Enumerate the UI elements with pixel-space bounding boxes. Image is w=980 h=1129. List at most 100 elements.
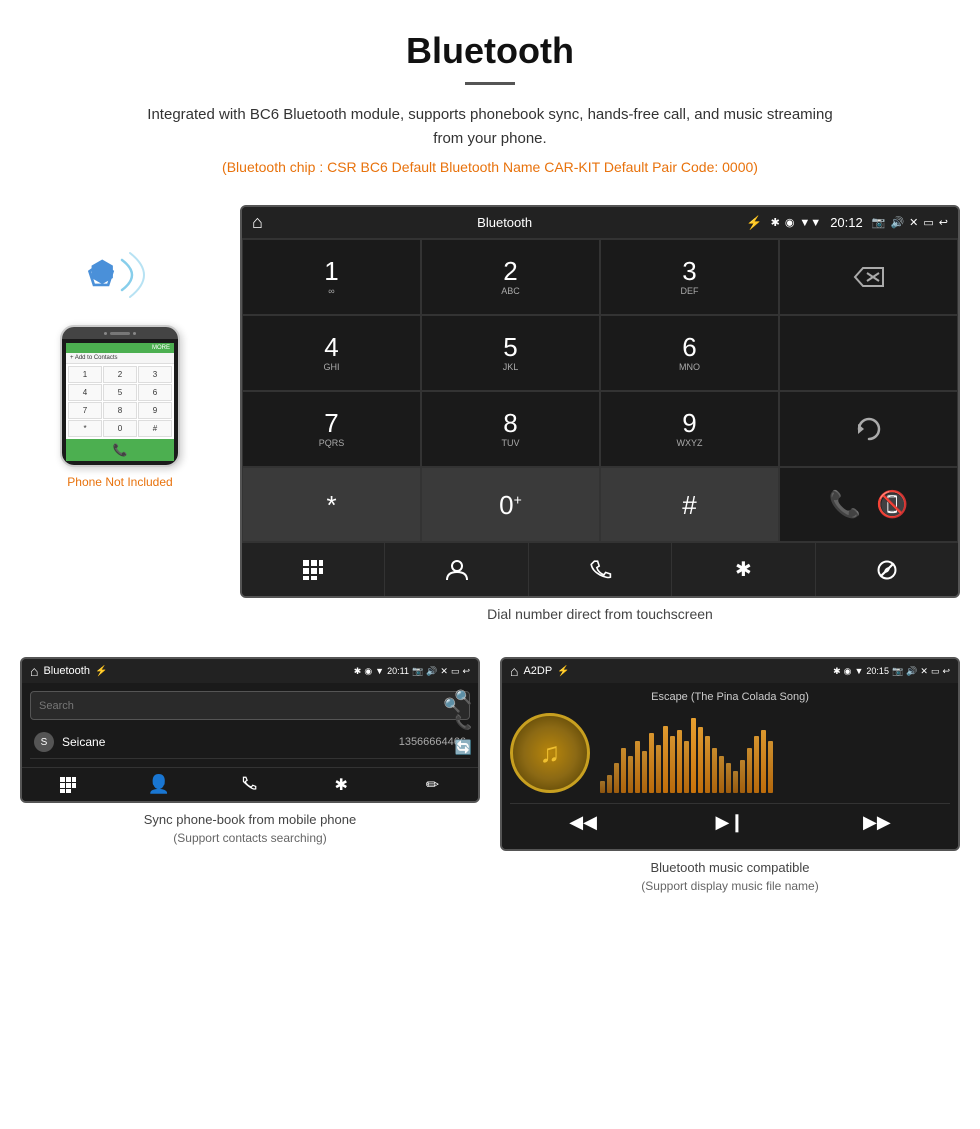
phone-dot-2 bbox=[133, 332, 136, 335]
phone-mockup: MORE + Add to Contacts 1 2 3 4 5 6 7 8 9… bbox=[60, 325, 180, 467]
album-art: ♫ bbox=[510, 713, 590, 793]
dial-key-0[interactable]: 0+ bbox=[421, 467, 600, 542]
music-artwork-area: ♫ bbox=[510, 713, 950, 793]
phonebook-body: Search 🔍 S Seicane 13566664466 🔍 📞 🔄 bbox=[22, 683, 478, 767]
music-caption-sub: (Support display music file name) bbox=[641, 879, 818, 893]
vis-bar bbox=[684, 741, 689, 794]
pb-x-icon[interactable]: ✕ bbox=[440, 666, 448, 677]
car-usb-icon: ⚡ bbox=[746, 215, 762, 231]
dial-key-1[interactable]: 1 ∞ bbox=[242, 239, 421, 315]
car-bluetooth-btn[interactable]: ✱ bbox=[672, 543, 815, 596]
vis-bar bbox=[635, 741, 640, 794]
pb-cam-icon[interactable]: 📷 bbox=[412, 666, 423, 677]
phonebook-status-bar: ⌂ Bluetooth ⚡ ✱ ◉ ▼ 20:11 📷 🔊 ✕ ▭ ↩ bbox=[22, 659, 478, 683]
search-bar[interactable]: Search 🔍 bbox=[30, 691, 470, 720]
music-time: 20:15 bbox=[866, 666, 889, 676]
pb-bt-btn[interactable]: ✱ bbox=[296, 774, 387, 795]
pb-win-icon[interactable]: ▭ bbox=[451, 666, 460, 677]
pb-vol-icon[interactable]: 🔊 bbox=[426, 666, 437, 677]
vis-bar bbox=[607, 775, 612, 793]
dial-key-6[interactable]: 6 MNO bbox=[600, 315, 779, 391]
music-back-icon[interactable]: ↩ bbox=[942, 666, 950, 677]
music-vol-icon[interactable]: 🔊 bbox=[906, 666, 917, 677]
close-icon[interactable]: ✕ bbox=[909, 216, 918, 229]
car-calls-btn[interactable] bbox=[529, 543, 672, 596]
play-pause-btn[interactable]: ▶❙ bbox=[716, 812, 745, 833]
contact-row-seicane[interactable]: S Seicane 13566664466 bbox=[30, 726, 470, 759]
phonebook-caption: Sync phone-book from mobile phone (Suppo… bbox=[144, 811, 356, 847]
music-bt-icon: ✱ bbox=[833, 666, 841, 677]
pb-phone-btn[interactable] bbox=[204, 774, 295, 795]
prev-btn[interactable]: ◀◀ bbox=[569, 812, 597, 833]
pb-back-icon[interactable]: ↩ bbox=[462, 666, 470, 677]
pb-call-icon[interactable]: 📞 bbox=[455, 714, 472, 731]
music-signal: ▼ bbox=[855, 666, 864, 676]
phone-key-2: 2 bbox=[103, 366, 137, 383]
dial-key-8[interactable]: 8 TUV bbox=[421, 391, 600, 467]
pb-grid-btn[interactable] bbox=[22, 774, 113, 795]
pb-usb-icon: ⚡ bbox=[95, 666, 107, 677]
car-link-btn[interactable] bbox=[816, 543, 958, 596]
music-x-icon[interactable]: ✕ bbox=[920, 666, 928, 677]
car-screen-section: ⌂ Bluetooth ⚡ ✱ ◉ ▼▼ 20:12 📷 🔊 ✕ ▭ ↩ bbox=[240, 205, 960, 637]
pb-title: Bluetooth bbox=[43, 665, 89, 677]
dial-caption: Dial number direct from touchscreen bbox=[240, 606, 960, 622]
car-screen: ⌂ Bluetooth ⚡ ✱ ◉ ▼▼ 20:12 📷 🔊 ✕ ▭ ↩ bbox=[240, 205, 960, 598]
car-contacts-btn[interactable] bbox=[385, 543, 528, 596]
call-accept-icon[interactable]: 📞 bbox=[829, 489, 861, 520]
pb-edit-btn[interactable]: ✏ bbox=[387, 774, 478, 795]
car-screen-title: Bluetooth bbox=[271, 215, 739, 230]
phone-not-included-label: Phone Not Included bbox=[67, 475, 172, 489]
music-cam-icon[interactable]: 📷 bbox=[892, 666, 903, 677]
phone-key-hash: # bbox=[138, 420, 172, 437]
phone-key-7: 7 bbox=[68, 402, 102, 419]
phone-action-bar: + Add to Contacts bbox=[66, 353, 174, 364]
dial-key-4[interactable]: 4 GHI bbox=[242, 315, 421, 391]
phone-icon bbox=[588, 558, 612, 582]
camera-icon[interactable]: 📷 bbox=[872, 216, 886, 229]
phone-key-3: 3 bbox=[138, 366, 172, 383]
dial-key-9[interactable]: 9 WXYZ bbox=[600, 391, 779, 467]
car-home-icon[interactable]: ⌂ bbox=[252, 212, 263, 233]
music-screen: ⌂ A2DP ⚡ ✱ ◉ ▼ 20:15 📷 🔊 ✕ ▭ ↩ Esca bbox=[500, 657, 960, 851]
dial-key-5[interactable]: 5 JKL bbox=[421, 315, 600, 391]
vis-bar bbox=[642, 751, 647, 793]
vis-bar bbox=[698, 727, 703, 793]
volume-icon[interactable]: 🔊 bbox=[890, 216, 904, 229]
pb-home-icon[interactable]: ⌂ bbox=[30, 663, 38, 679]
pb-refresh-icon[interactable]: 🔄 bbox=[455, 739, 472, 756]
phonebook-main: Search 🔍 S Seicane 13566664466 bbox=[22, 683, 478, 767]
pb-person-btn[interactable]: 👤 bbox=[113, 774, 204, 795]
vis-bar bbox=[747, 748, 752, 793]
dial-key-2[interactable]: 2 ABC bbox=[421, 239, 600, 315]
dial-key-hash[interactable]: # bbox=[600, 467, 779, 542]
dial-backspace-btn[interactable] bbox=[779, 239, 958, 315]
car-status-icons: ✱ ◉ ▼▼ 20:12 📷 🔊 ✕ ▭ ↩ bbox=[771, 215, 948, 230]
music-title-bar: A2DP bbox=[523, 665, 552, 677]
dial-refresh-btn[interactable] bbox=[779, 391, 958, 467]
bottom-screenshots: ⌂ Bluetooth ⚡ ✱ ◉ ▼ 20:11 📷 🔊 ✕ ▭ ↩ bbox=[0, 657, 980, 895]
music-status-icons: ✱ ◉ ▼ 20:15 📷 🔊 ✕ ▭ ↩ bbox=[833, 666, 950, 677]
vis-bar bbox=[705, 736, 710, 793]
music-song-title: Escape (The Pina Colada Song) bbox=[651, 691, 809, 703]
pb-search-icon[interactable]: 🔍 bbox=[455, 689, 472, 706]
window-icon[interactable]: ▭ bbox=[923, 216, 933, 229]
dial-key-star[interactable]: * bbox=[242, 467, 421, 542]
back-icon[interactable]: ↩ bbox=[939, 216, 948, 229]
dial-key-3[interactable]: 3 DEF bbox=[600, 239, 779, 315]
dial-key-7[interactable]: 7 PQRS bbox=[242, 391, 421, 467]
title-divider bbox=[465, 82, 515, 85]
call-end-icon[interactable]: 📵 bbox=[876, 489, 908, 520]
car-dialpad-btn[interactable] bbox=[242, 543, 385, 596]
car-action-bar: ✱ bbox=[242, 542, 958, 596]
pb-grid-icon bbox=[59, 776, 77, 794]
music-usb-icon: ⚡ bbox=[557, 666, 569, 677]
vis-bar bbox=[719, 756, 724, 794]
music-note-icon: ♫ bbox=[540, 737, 561, 769]
music-win-icon[interactable]: ▭ bbox=[931, 666, 940, 677]
next-btn[interactable]: ▶▶ bbox=[863, 812, 891, 833]
phone-section: ⬢ ⬠ MORE + Add to Contacts bbox=[20, 205, 220, 489]
music-home-icon[interactable]: ⌂ bbox=[510, 663, 518, 679]
contact-name: Seicane bbox=[62, 735, 399, 749]
pb-bt-icon: ✱ bbox=[354, 666, 362, 677]
